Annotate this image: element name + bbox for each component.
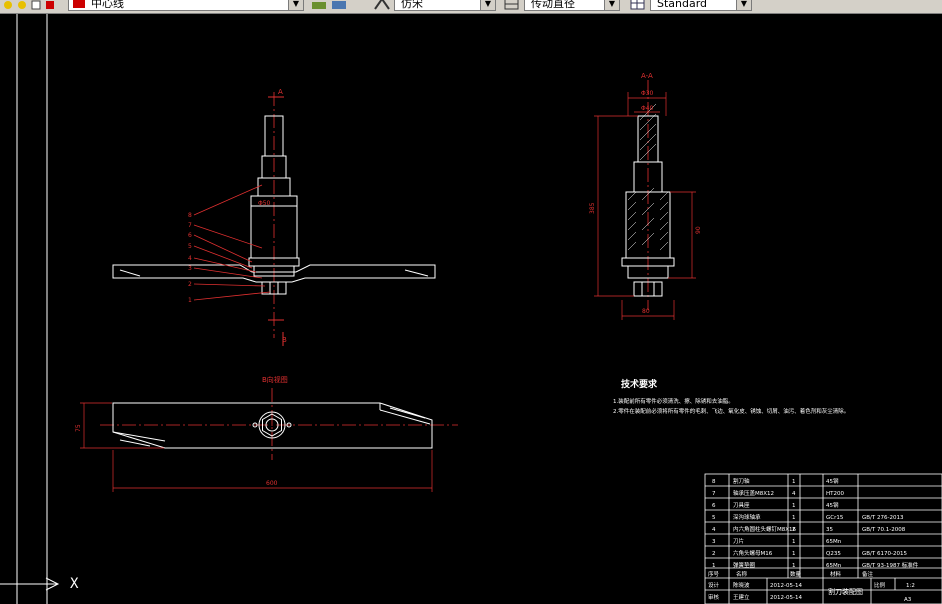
callout-5: 5 [188, 243, 192, 250]
bom-cell-qty: 1 [792, 551, 796, 557]
checker-name: 王建立 [733, 593, 750, 601]
bom-cell-mat: 35 [826, 527, 833, 533]
bom-header-name: 名称 [736, 570, 748, 578]
dim-base-width: 80 [642, 308, 650, 315]
bom-cell-no: 3 [712, 539, 716, 545]
bom-cell-name: 深沟球轴承 [733, 513, 761, 521]
callout-1: 1 [188, 297, 192, 304]
bom-cell-std: GB/T 70.1-2008 [862, 527, 906, 533]
bom-cell-qty: 1 [792, 479, 796, 485]
tech-req-line-1: 1.装配前所有零件必须清洗、擦、除锈和去油脂。 [613, 397, 734, 405]
bottom-view: B向视图 75 600 [75, 375, 458, 492]
callout-2: 2 [188, 281, 192, 288]
bom-cell-mat: 65Mn [826, 539, 842, 545]
bom-cell-mat: 65Mn [826, 563, 842, 569]
section-label: A-A [641, 72, 653, 80]
bom-cell-name: 轴承压盖M8X12 [733, 489, 774, 497]
tech-req-line-2: 2.零件在装配前必须将所有零件的毛刺、飞边、氧化皮、锈蚀、切屑、油污、着色剂和灰… [613, 407, 849, 415]
bom-cell-name: 内六角圆柱头螺钉M8X16 [733, 525, 797, 533]
title-block-text: 序号 名称 数量 材料 备注 设计 陈晓波 2012-05-14 审核 王建立 … [708, 570, 915, 603]
dim-blade-length: 600 [266, 480, 278, 487]
scale-value: 1:2 [906, 583, 915, 589]
bom-cell-qty: 1 [792, 563, 796, 569]
bom-cell-name: 刀片 [733, 537, 744, 545]
designer-label: 设计 [708, 581, 720, 589]
bom-cell-qty: 1 [792, 539, 796, 545]
callout-6: 6 [188, 232, 192, 239]
bom-cell-qty: 4 [792, 491, 796, 497]
bom-cell-name: 六角头螺母M16 [733, 549, 773, 557]
bom-cell-std: GB/T 93-1987 标准件 [862, 561, 919, 569]
callout-7: 7 [188, 222, 192, 229]
bom-cell-qty: 2 [792, 527, 796, 533]
checker-label: 审核 [708, 593, 720, 601]
bom-cell-no: 1 [712, 563, 716, 569]
bom-cell-no: 8 [712, 479, 716, 485]
scale-label: 比例 [874, 581, 886, 589]
bom-cell-no: 7 [712, 491, 716, 497]
callout-4: 4 [188, 255, 192, 262]
bom-cell-mat: GCr15 [826, 515, 844, 521]
view-label: B向视图 [262, 375, 288, 384]
designer-name: 陈晓波 [733, 581, 750, 589]
callout-8: 8 [188, 212, 192, 219]
bom-cell-name: 割刀轴 [733, 477, 750, 485]
bom-cell-mat: 45钢 [826, 477, 839, 485]
bom-cell-mat: Q235 [826, 551, 841, 557]
front-view: A B Φ50 8 7 6 5 4 3 2 1 [112, 88, 436, 346]
bom-cell-qty: 1 [792, 503, 796, 509]
design-date: 2012-05-14 [770, 583, 802, 589]
bom-table: 8 割刀轴 1 45钢 7 轴承压盖M8X12 4 HT200 6 刀具座 1 45钢 5 深沟球轴承 1 G… [712, 477, 919, 569]
bom-cell-mat: 45钢 [826, 501, 839, 509]
bom-cell-qty: 1 [792, 515, 796, 521]
bom-cell-no: 4 [712, 527, 716, 533]
callout-numbers: 8 7 6 5 4 3 2 1 [188, 212, 192, 304]
dim-top-width: Φ30 [641, 90, 654, 97]
bom-cell-no: 6 [712, 503, 716, 509]
dim-height-total: 385 [589, 202, 596, 214]
drawing-canvas[interactable]: A B Φ50 8 7 6 5 4 3 2 1 A-A Φ30 Φ40 385 … [0, 0, 942, 604]
bom-cell-no: 5 [712, 515, 716, 521]
ucs-x-label: X [70, 576, 79, 592]
sheet-size: A3 [904, 597, 912, 603]
bom-cell-no: 2 [712, 551, 716, 557]
callout-3: 3 [188, 265, 192, 272]
bom-cell-name: 弹簧垫圈 [733, 561, 756, 569]
bom-cell-std: GB/T 6170-2015 [862, 551, 907, 557]
technical-requirements: 技术要求 1.装配前所有零件必须清洗、擦、除锈和去油脂。 2.零件在装配前必须将… [613, 378, 849, 415]
dim-blade-width: 75 [75, 424, 82, 432]
bom-header-no: 序号 [708, 570, 720, 578]
bom-cell-name: 刀具座 [733, 501, 750, 509]
dim-height-lower: 90 [695, 226, 702, 234]
bom-cell-mat: HT200 [826, 491, 844, 497]
dim-sleeve: Φ50 [258, 200, 271, 207]
dim-hub: Φ40 [641, 105, 654, 112]
drawing-name: 割刀装配图 [828, 587, 863, 596]
ucs-icon [0, 577, 60, 591]
bom-header-mat: 材料 [830, 570, 842, 578]
check-date: 2012-05-14 [770, 595, 802, 601]
tech-req-title: 技术要求 [621, 378, 658, 390]
bom-header-std: 备注 [862, 570, 874, 578]
section-marker-a-top: A [278, 88, 283, 96]
bom-header-qty: 数量 [790, 570, 802, 578]
bom-cell-std: GB/T 276-2013 [862, 515, 904, 521]
section-view-aa: A-A Φ30 Φ40 385 90 80 [589, 72, 702, 320]
